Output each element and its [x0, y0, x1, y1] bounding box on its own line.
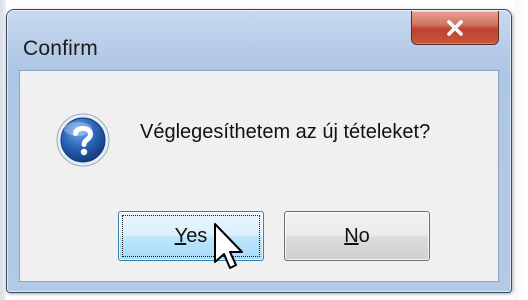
no-button-label: No	[344, 224, 370, 247]
question-icon	[54, 111, 112, 169]
confirm-dialog: Confirm Véglegesíthetem az új tételeket?…	[6, 9, 512, 293]
no-button[interactable]: No	[284, 211, 430, 261]
dialog-body: Véglegesíthetem az új tételeket? Yes No	[19, 70, 499, 282]
yes-button-label: Yes	[174, 224, 208, 247]
screen: Confirm Véglegesíthetem az új tételeket?…	[0, 0, 528, 300]
background-window-edge	[514, 0, 528, 300]
mouse-pointer-icon	[212, 222, 252, 274]
close-icon	[445, 19, 465, 37]
dialog-message: Véglegesíthetem az új tételeket?	[140, 121, 431, 143]
window-title: Confirm	[23, 37, 98, 60]
close-button[interactable]	[411, 11, 499, 45]
title-bar[interactable]: Confirm	[7, 10, 511, 70]
